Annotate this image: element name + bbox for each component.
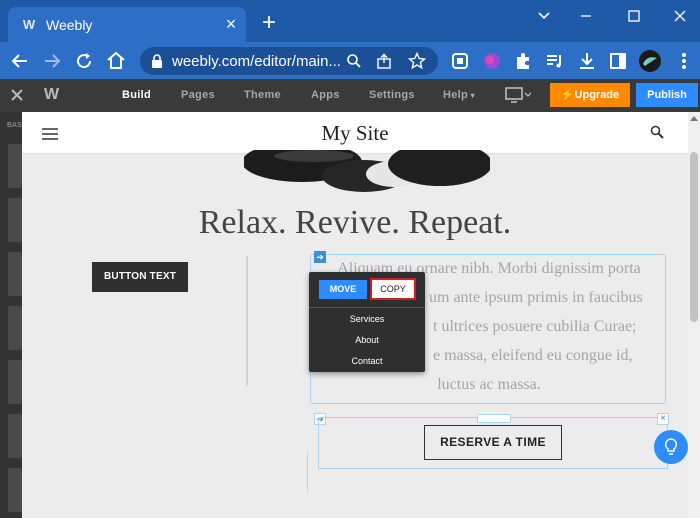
tab-title: Weebly <box>46 17 93 33</box>
share-icon[interactable] <box>376 53 392 74</box>
upgrade-button[interactable]: ⚡Upgrade <box>550 83 630 107</box>
element-tile[interactable] <box>8 144 22 188</box>
scroll-up-icon[interactable] <box>690 116 698 121</box>
resize-handle-icon[interactable] <box>477 414 511 423</box>
help-bulb-button[interactable] <box>654 430 688 464</box>
popup-item-services[interactable]: Services <box>309 314 425 324</box>
new-tab-icon[interactable]: + <box>257 11 281 36</box>
weebly-favicon-icon: W <box>22 17 36 32</box>
device-preview-icon[interactable] <box>505 87 532 108</box>
address-bar[interactable]: weebly.com/editor/main... <box>140 47 438 75</box>
paragraph-line: t ultrices posuere cubilia Curae; <box>433 318 637 335</box>
bookmark-star-icon[interactable] <box>407 51 427 75</box>
lightning-icon: ⚡ <box>560 89 575 101</box>
spa-stones-image <box>244 150 490 192</box>
delete-element-icon[interactable]: × <box>657 413 669 425</box>
weebly-logo[interactable]: W <box>44 86 59 104</box>
element-tile[interactable] <box>8 360 22 404</box>
zoom-icon[interactable] <box>346 53 362 74</box>
extensions-puzzle-icon[interactable] <box>511 49 535 73</box>
side-panel-icon[interactable] <box>606 49 630 73</box>
publish-button[interactable]: Publish <box>636 83 698 107</box>
editor-nav-bar: W Build Pages Theme Apps Settings Help ▾… <box>0 79 700 112</box>
search-icon[interactable] <box>650 125 664 144</box>
browser-menu-icon[interactable] <box>672 49 696 73</box>
lock-icon <box>151 54 163 73</box>
site-header: My Site <box>22 112 688 154</box>
reload-icon[interactable] <box>72 49 96 73</box>
scroll-thumb[interactable] <box>690 152 698 322</box>
lightbulb-icon <box>664 438 678 461</box>
element-tile[interactable] <box>8 414 22 458</box>
column-divider <box>307 452 308 492</box>
browser-tab-strip: W Weebly × + <box>0 0 700 42</box>
url-text: weebly.com/editor/main... <box>172 53 341 70</box>
tab-search-chevron-icon[interactable] <box>524 4 564 28</box>
element-tile[interactable] <box>8 198 22 242</box>
button-element[interactable]: BUTTON TEXT <box>92 262 188 292</box>
nav-pages[interactable]: Pages <box>181 89 215 101</box>
back-icon[interactable] <box>8 49 32 73</box>
site-title[interactable]: My Site <box>22 121 688 146</box>
nav-apps[interactable]: Apps <box>311 89 340 101</box>
nav-settings[interactable]: Settings <box>369 89 415 101</box>
paragraph-line: luctus ac massa. <box>437 376 541 393</box>
home-icon[interactable] <box>104 49 128 73</box>
page-canvas: My Site Relax. Revive. Repeat. BUTTON TE… <box>22 112 688 518</box>
popup-item-about[interactable]: About <box>309 335 425 345</box>
nav-theme[interactable]: Theme <box>244 89 281 101</box>
browser-toolbar: weebly.com/editor/main... <box>0 42 700 79</box>
nav-build[interactable]: Build <box>122 89 151 101</box>
nav-help[interactable]: Help ▾ <box>443 89 475 101</box>
media-queue-icon[interactable] <box>543 49 567 73</box>
close-editor-icon[interactable] <box>10 88 24 107</box>
reserve-time-button[interactable]: RESERVE A TIME <box>424 425 562 460</box>
column-divider[interactable] <box>246 256 248 386</box>
extension-circle-icon[interactable] <box>480 49 504 73</box>
upgrade-label: Upgrade <box>574 89 620 101</box>
paragraph-line: um ante ipsum primis in faucibus <box>429 289 643 306</box>
element-tile[interactable] <box>8 306 22 350</box>
hero-headline[interactable]: Relax. Revive. Repeat. <box>22 204 688 242</box>
help-caret-icon: ▾ <box>468 91 475 100</box>
maximize-icon[interactable] <box>614 4 654 28</box>
popup-divider <box>309 307 425 308</box>
minimize-icon[interactable] <box>566 4 606 28</box>
button-section-block[interactable]: × RESERVE A TIME <box>318 413 669 469</box>
copy-button[interactable]: COPY <box>370 278 416 300</box>
canvas-scrollbar[interactable] <box>688 112 700 518</box>
profile-avatar-icon[interactable] <box>638 49 662 73</box>
extension-square-icon[interactable] <box>448 49 472 73</box>
popup-item-contact[interactable]: Contact <box>309 356 425 366</box>
forward-icon[interactable] <box>40 49 64 73</box>
close-tab-icon[interactable]: × <box>222 15 240 33</box>
element-action-popup: MOVE COPY Services About Contact <box>309 272 425 372</box>
browser-tab[interactable]: W Weebly × <box>8 7 246 42</box>
paragraph-line: e massa, eleifend eu congue id, <box>433 347 633 364</box>
elements-sidebar: BASI <box>0 112 24 518</box>
move-button[interactable]: MOVE <box>319 280 367 299</box>
nav-help-label: Help <box>443 89 469 101</box>
element-tile[interactable] <box>8 468 22 512</box>
close-window-icon[interactable] <box>660 4 700 28</box>
element-tile[interactable] <box>8 252 22 296</box>
drag-handle-icon[interactable]: ➔ <box>314 251 326 263</box>
download-icon[interactable] <box>575 49 599 73</box>
